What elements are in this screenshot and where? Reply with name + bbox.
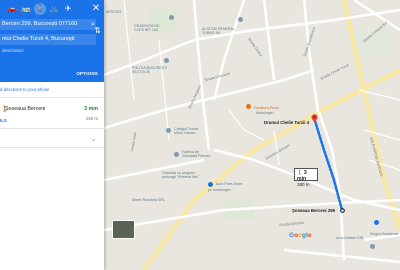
origin-field[interactable]: Bercen 299, București 077160 ⌕	[0, 19, 96, 30]
map-label: Xingra Residence	[370, 232, 399, 236]
route-via[interactable]: Șoseaua Berceni	[5, 106, 45, 112]
bike-icon[interactable]: 🚲	[48, 3, 60, 15]
map-label: pe metalurgiei	[208, 188, 231, 192]
origin-label[interactable]: Șoseaua Berceni 299	[292, 208, 335, 213]
route-details-link[interactable]: ILS	[0, 118, 7, 123]
school-icon[interactable]	[166, 128, 171, 133]
shop-icon[interactable]	[374, 220, 379, 225]
map-label: Minex Romania SRL	[132, 198, 165, 202]
destination-label[interactable]: Drumul Cheile Turzii 4	[264, 120, 309, 125]
shop-icon[interactable]	[208, 182, 213, 187]
google-logo: Google	[289, 232, 311, 239]
walk-icon[interactable]: 🚶	[34, 3, 46, 15]
police-icon[interactable]	[164, 58, 169, 63]
transit-icon[interactable]: 🚌	[20, 3, 32, 15]
callout-distance: 280 m	[297, 182, 310, 187]
plane-icon[interactable]: ✈	[62, 3, 74, 15]
divider	[0, 97, 104, 98]
map-label: Auto Parts Store	[216, 182, 243, 186]
building-icon[interactable]	[238, 17, 243, 22]
route-time-callout[interactable]: 🚶 3 min 280 m	[294, 168, 318, 187]
origin-marker-icon[interactable]	[340, 208, 345, 213]
factory-icon[interactable]	[174, 152, 179, 157]
route-distance: 280 m	[86, 116, 98, 121]
destination-field[interactable]: ntul Chelie Turzii 4, București	[0, 34, 96, 45]
route-time: 3 min	[84, 106, 98, 112]
chevron-down-icon[interactable]: ⌄	[91, 136, 96, 143]
send-to-phone-link[interactable]: d directions to your phone	[0, 87, 49, 92]
poi-dominos[interactable]: Domino's Pizza	[254, 106, 279, 110]
directions-header: 🚗 🚌 🚶 🚲 ✈ ✕ Bercen 299, București 077160…	[0, 0, 104, 82]
school-icon[interactable]	[169, 15, 174, 20]
add-destination-hint[interactable]: destination	[2, 48, 24, 53]
close-icon[interactable]: ✕	[90, 3, 102, 15]
travel-mode-row: 🚗 🚌 🚶 🚲 ✈ ✕	[0, 3, 104, 15]
map-label: Crăciulța cu program prelungit "Prieteni…	[162, 171, 200, 179]
satellite-layer-thumbnail[interactable]	[112, 220, 135, 239]
divider	[0, 147, 104, 148]
divider	[0, 128, 104, 129]
map-label: GRĂDINIȚA DE COPII NR. 144	[134, 24, 160, 32]
options-button[interactable]: OPTIONS	[76, 71, 98, 76]
origin-text: Bercen 299, București 077160	[2, 21, 78, 27]
map-label: POLIȚIA BUCUREȘTI SECȚIA 26	[132, 66, 168, 74]
directions-panel: 🚗 🚌 🚶 🚲 ✈ ✕ Bercen 299, București 077160…	[0, 0, 104, 270]
car-icon[interactable]: 🚗	[6, 3, 18, 15]
building-icon[interactable]	[370, 244, 375, 249]
map-canvas[interactable]: BERCEM GRĂDINIȚA DE COPII NR. 144 ALSTOM…	[104, 0, 400, 270]
logo-letter: e	[307, 232, 312, 239]
map-label: Fabrica de Ciocolată Primola	[182, 150, 211, 158]
walk-icon: 🚶	[297, 170, 303, 175]
destination-text: ntul Chelie Turzii 4, București	[2, 36, 75, 42]
map-label: Colegiul Tehnic Mihai Viteazu	[174, 127, 199, 135]
map-label: BERCEM	[106, 10, 122, 14]
restaurant-icon[interactable]	[246, 104, 251, 109]
map-label: ALSTOM GENERAL TURBO SA	[202, 27, 235, 35]
map-label: Metalurgiei	[256, 111, 274, 115]
map-label: Arca Hobber SRL	[336, 236, 365, 240]
destination-pin-icon[interactable]	[311, 114, 318, 123]
